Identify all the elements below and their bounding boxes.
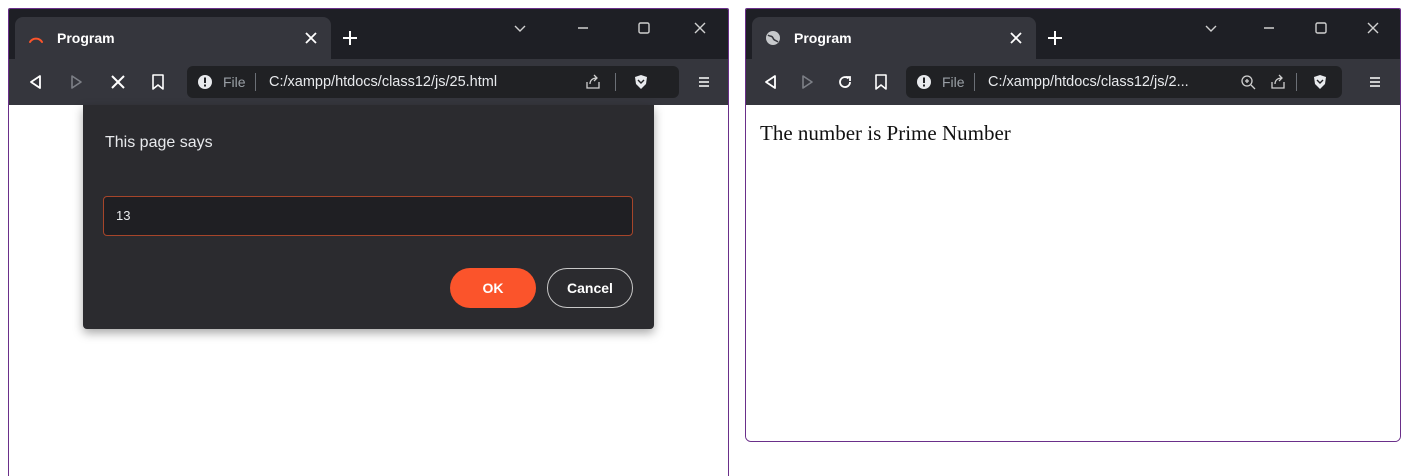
maximize-icon[interactable]	[1312, 19, 1330, 37]
menu-icon[interactable]	[695, 73, 713, 91]
bookmark-icon[interactable]	[149, 73, 167, 91]
tab-search-chevron-icon[interactable]	[1202, 19, 1220, 37]
zoom-icon[interactable]	[1240, 74, 1256, 90]
tab-strip: Program	[9, 9, 728, 59]
forward-icon[interactable]	[798, 73, 816, 91]
ok-button[interactable]: OK	[450, 268, 536, 308]
reload-icon[interactable]	[836, 73, 854, 91]
omnibox-separator	[974, 73, 975, 91]
prompt-input[interactable]: 13	[103, 196, 633, 236]
prompt-dialog: This page says 13 OK Cancel	[83, 105, 654, 329]
tab-title: Program	[794, 30, 852, 46]
new-tab-icon[interactable]	[1046, 29, 1064, 47]
brave-shields-icon[interactable]	[633, 74, 649, 90]
back-icon[interactable]	[27, 73, 45, 91]
tab-program[interactable]: Program	[15, 17, 331, 59]
globe-icon	[764, 29, 782, 47]
stop-icon[interactable]	[109, 73, 127, 91]
url-text[interactable]: C:/xampp/htdocs/class12/js/2...	[988, 74, 1189, 90]
result-text: The number is Prime Number	[760, 121, 1011, 145]
toolbar: File C:/xampp/htdocs/class12/js/25.html	[9, 59, 728, 105]
url-text[interactable]: C:/xampp/htdocs/class12/js/25.html	[269, 74, 497, 90]
close-window-icon[interactable]	[691, 19, 709, 37]
forward-icon[interactable]	[67, 73, 85, 91]
page-content: The number is Prime Number	[746, 105, 1400, 441]
new-tab-icon[interactable]	[341, 29, 359, 47]
menu-icon[interactable]	[1366, 73, 1384, 91]
bookmark-icon[interactable]	[872, 73, 890, 91]
close-tab-icon[interactable]	[303, 30, 319, 46]
dialog-message: This page says	[105, 134, 213, 151]
close-tab-icon[interactable]	[1008, 30, 1024, 46]
toolbar: File C:/xampp/htdocs/class12/js/2...	[746, 59, 1400, 105]
cancel-button[interactable]: Cancel	[547, 268, 633, 308]
brave-shields-icon[interactable]	[1312, 74, 1328, 90]
site-info-icon[interactable]	[197, 74, 213, 90]
share-icon[interactable]	[1270, 74, 1286, 90]
tab-program[interactable]: Program	[752, 17, 1036, 59]
address-bar[interactable]: File C:/xampp/htdocs/class12/js/2...	[906, 66, 1342, 98]
scheme-label: File	[223, 74, 246, 90]
omnibox-divider	[1296, 73, 1297, 91]
omnibox-separator	[255, 73, 256, 91]
tab-strip: Program	[746, 9, 1400, 59]
minimize-icon[interactable]	[1260, 19, 1278, 37]
address-bar[interactable]: File C:/xampp/htdocs/class12/js/25.html	[187, 66, 679, 98]
minimize-icon[interactable]	[574, 19, 592, 37]
tab-title: Program	[57, 30, 115, 46]
back-icon[interactable]	[762, 73, 780, 91]
tab-search-chevron-icon[interactable]	[511, 19, 529, 37]
omnibox-divider	[615, 73, 616, 91]
share-icon[interactable]	[585, 74, 601, 90]
site-info-icon[interactable]	[916, 74, 932, 90]
browser-window-left: Program File C:/xampp/htdocs/class12/js/…	[8, 8, 729, 476]
loading-spinner-icon	[27, 29, 45, 47]
maximize-icon[interactable]	[635, 19, 653, 37]
close-window-icon[interactable]	[1364, 19, 1382, 37]
browser-window-right: Program File C:/xampp/htdocs/class12/js/…	[745, 8, 1401, 442]
scheme-label: File	[942, 74, 965, 90]
